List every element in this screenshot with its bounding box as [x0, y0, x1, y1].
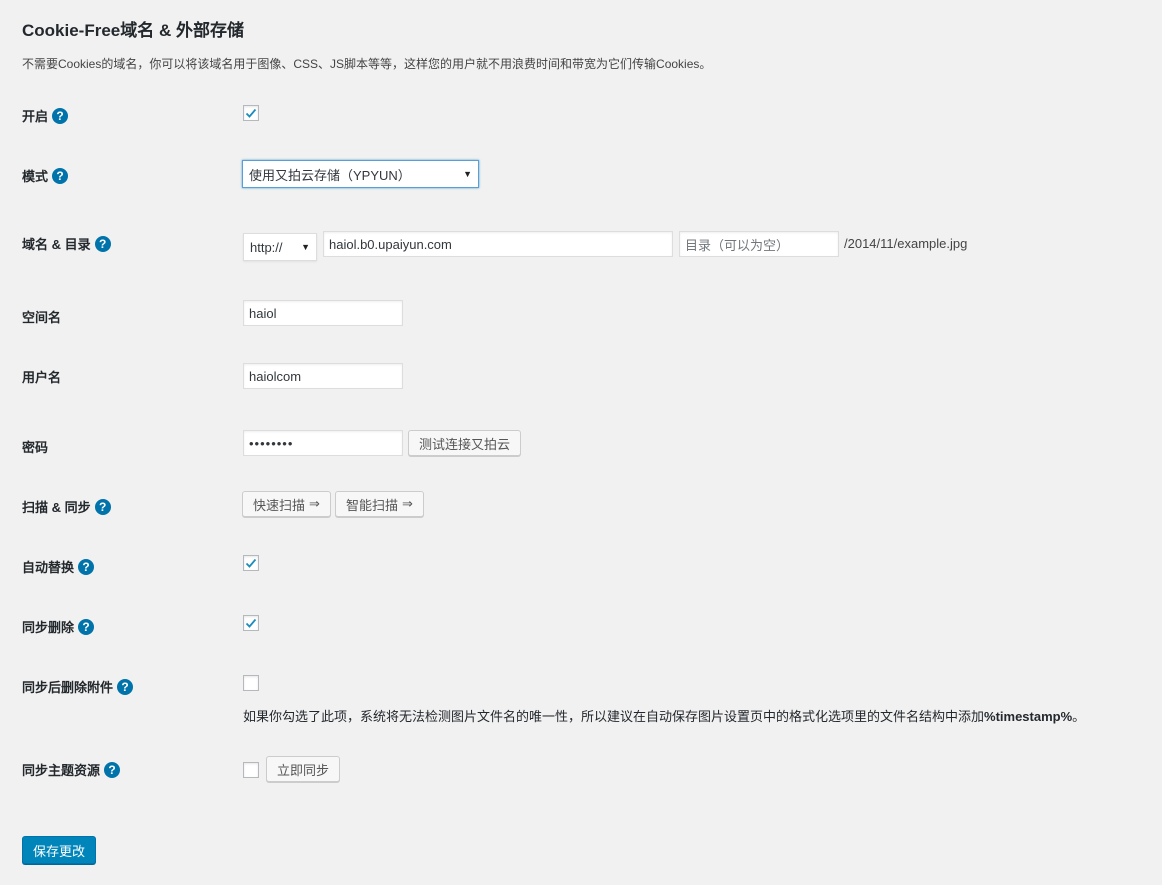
delete-after-sync-checkbox[interactable]: [243, 675, 259, 691]
checkmark-icon: [245, 618, 257, 628]
auto-replace-checkbox[interactable]: [243, 555, 259, 571]
directory-input[interactable]: 目录（可以为空）: [679, 231, 839, 257]
quick-scan-button[interactable]: 快速扫描 ⇒: [242, 491, 331, 517]
chevron-down-icon: ▼: [301, 242, 310, 252]
checkmark-icon: [245, 558, 257, 568]
chevron-down-icon: ▼: [463, 169, 472, 179]
sync-delete-label: 同步删除 ?: [22, 617, 95, 636]
page-title: Cookie-Free域名 & 外部存储: [22, 21, 244, 40]
delete-after-sync-note: 如果你勾选了此项，系统将无法检测图片文件名的唯一性，所以建议在自动保存图片设置页…: [243, 709, 1086, 724]
arrow-right-icon: ⇒: [402, 496, 413, 511]
arrow-right-icon: ⇒: [309, 496, 320, 511]
page-description: 不需要Cookies的域名，你可以将该域名用于图像、CSS、JS脚本等等，这样您…: [22, 57, 712, 71]
enable-checkbox[interactable]: [243, 105, 259, 121]
question-circle-icon[interactable]: ?: [78, 618, 95, 635]
domain-input[interactable]: haiol.b0.upaiyun.com: [323, 231, 673, 257]
save-button[interactable]: 保存更改: [22, 836, 96, 864]
checkmark-icon: [245, 108, 257, 118]
sync-theme-checkbox[interactable]: [243, 762, 259, 778]
password-input[interactable]: ••••••••: [243, 430, 403, 456]
test-connection-button[interactable]: 测试连接又拍云: [408, 430, 521, 456]
path-example: /2014/11/example.jpg: [844, 236, 968, 251]
bucket-input[interactable]: haiol: [243, 300, 403, 326]
protocol-select[interactable]: http:// ▼: [243, 233, 317, 261]
enable-label: 开启 ?: [22, 106, 69, 125]
sync-delete-checkbox[interactable]: [243, 615, 259, 631]
mode-select[interactable]: 使用又拍云存储（YPYUN） ▼: [242, 160, 479, 188]
domain-label: 域名 & 目录 ?: [22, 234, 111, 253]
auto-replace-label: 自动替换 ?: [22, 557, 95, 576]
question-circle-icon[interactable]: ?: [78, 558, 95, 575]
question-circle-icon[interactable]: ?: [94, 235, 111, 252]
username-input[interactable]: haiolcom: [243, 363, 403, 389]
scan-label: 扫描 & 同步 ?: [22, 497, 111, 516]
smart-scan-button[interactable]: 智能扫描 ⇒: [335, 491, 424, 517]
question-circle-icon[interactable]: ?: [52, 107, 69, 124]
username-label: 用户名: [22, 370, 62, 385]
question-circle-icon[interactable]: ?: [104, 761, 121, 778]
sync-now-button[interactable]: 立即同步: [266, 756, 340, 782]
bucket-label: 空间名: [22, 310, 62, 325]
question-circle-icon[interactable]: ?: [117, 678, 134, 695]
mode-label: 模式 ?: [22, 166, 69, 185]
password-label: 密码: [22, 440, 49, 455]
question-circle-icon[interactable]: ?: [52, 167, 69, 184]
sync-theme-label: 同步主题资源 ?: [22, 760, 121, 779]
question-circle-icon[interactable]: ?: [94, 498, 111, 515]
delete-after-sync-label: 同步后删除附件 ?: [22, 677, 134, 696]
